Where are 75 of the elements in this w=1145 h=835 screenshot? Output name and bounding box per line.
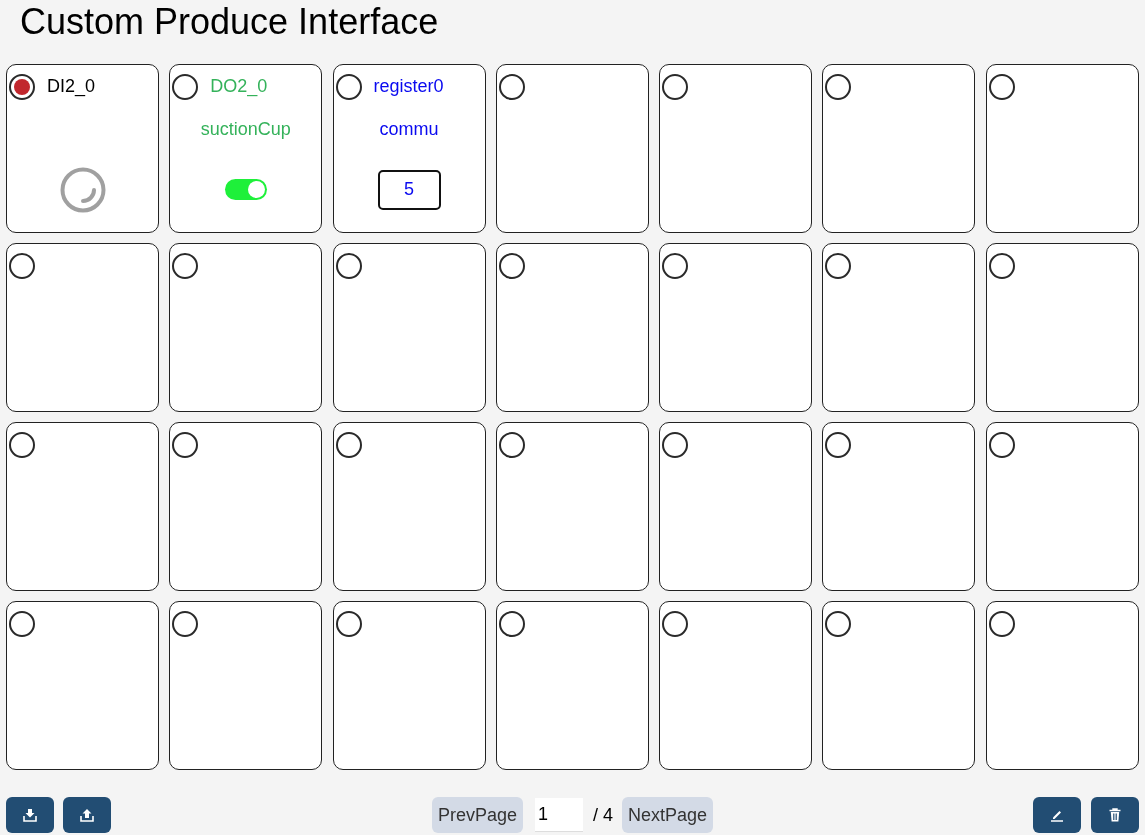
upload-icon — [80, 808, 94, 822]
select-radio[interactable] — [9, 610, 35, 637]
widget-card[interactable] — [495, 422, 649, 591]
widget-card[interactable]: DI2_0 — [6, 64, 159, 233]
widget-label: suctionCup — [200, 118, 291, 140]
select-radio[interactable] — [662, 610, 689, 637]
select-radio[interactable] — [662, 431, 689, 458]
widget-card[interactable] — [822, 422, 976, 591]
select-radio[interactable] — [172, 431, 199, 458]
select-radio[interactable] — [172, 73, 199, 100]
select-radio[interactable] — [825, 252, 852, 279]
widget-card[interactable] — [659, 64, 813, 233]
widget-card[interactable] — [985, 243, 1139, 412]
widget-card[interactable] — [985, 601, 1139, 770]
select-radio[interactable] — [825, 431, 852, 458]
select-radio[interactable] — [172, 610, 199, 637]
widget-card[interactable] — [822, 601, 976, 770]
select-radio[interactable] — [335, 610, 362, 637]
select-radio[interactable] — [9, 431, 35, 458]
widget-card[interactable] — [332, 601, 486, 770]
widget-card[interactable]: register0 commu 5 — [332, 64, 486, 233]
page-input[interactable]: 1 — [535, 798, 583, 832]
widget-card[interactable] — [6, 422, 159, 591]
toggle-switch[interactable] — [224, 179, 267, 200]
widget-card[interactable] — [985, 64, 1139, 233]
select-radio[interactable] — [498, 252, 525, 279]
select-radio[interactable] — [335, 73, 362, 100]
widget-card[interactable] — [659, 422, 813, 591]
value-field[interactable]: 5 — [377, 169, 441, 210]
widget-name: DO2_0 — [210, 76, 268, 97]
select-radio[interactable] — [9, 73, 35, 100]
widget-card[interactable] — [985, 422, 1139, 591]
select-radio[interactable] — [825, 610, 852, 637]
trash-icon — [1108, 808, 1122, 822]
widget-card[interactable] — [822, 243, 976, 412]
select-radio[interactable] — [988, 252, 1015, 279]
widget-card[interactable] — [332, 422, 486, 591]
widget-card[interactable] — [495, 601, 649, 770]
prev-page-button[interactable]: PrevPage — [431, 797, 523, 833]
widget-card[interactable] — [659, 601, 813, 770]
pencil-icon — [1050, 808, 1064, 822]
edit-button[interactable] — [1033, 797, 1081, 833]
widget-card[interactable] — [169, 601, 323, 770]
widget-card[interactable] — [169, 422, 323, 591]
widget-card[interactable] — [495, 243, 649, 412]
download-icon — [23, 808, 37, 822]
delete-button[interactable] — [1091, 797, 1139, 833]
select-radio[interactable] — [662, 252, 689, 279]
select-radio[interactable] — [335, 252, 362, 279]
widget-card[interactable] — [6, 243, 159, 412]
widget-card[interactable] — [6, 601, 159, 770]
select-radio[interactable] — [825, 73, 852, 100]
widget-name: DI2_0 — [47, 76, 96, 97]
widget-card[interactable] — [495, 64, 649, 233]
select-radio[interactable] — [172, 252, 199, 279]
select-radio[interactable] — [498, 73, 525, 100]
select-radio[interactable] — [9, 252, 35, 279]
widget-card[interactable] — [169, 243, 323, 412]
widget-name: register0 — [373, 76, 444, 97]
select-radio[interactable] — [988, 73, 1015, 100]
page-total: / 4 — [593, 804, 613, 826]
widget-card[interactable] — [659, 243, 813, 412]
select-radio[interactable] — [988, 431, 1015, 458]
page-title: Custom Produce Interface — [20, 0, 439, 44]
widget-card[interactable] — [822, 64, 976, 233]
select-radio[interactable] — [662, 73, 689, 100]
widget-label: commu — [379, 118, 439, 140]
upload-button[interactable] — [63, 797, 111, 833]
select-radio[interactable] — [335, 431, 362, 458]
select-radio[interactable] — [498, 610, 525, 637]
select-radio[interactable] — [988, 610, 1015, 637]
download-button[interactable] — [6, 797, 54, 833]
next-page-button[interactable]: NextPage — [622, 797, 714, 833]
widget-card[interactable] — [332, 243, 486, 412]
select-radio[interactable] — [498, 431, 525, 458]
